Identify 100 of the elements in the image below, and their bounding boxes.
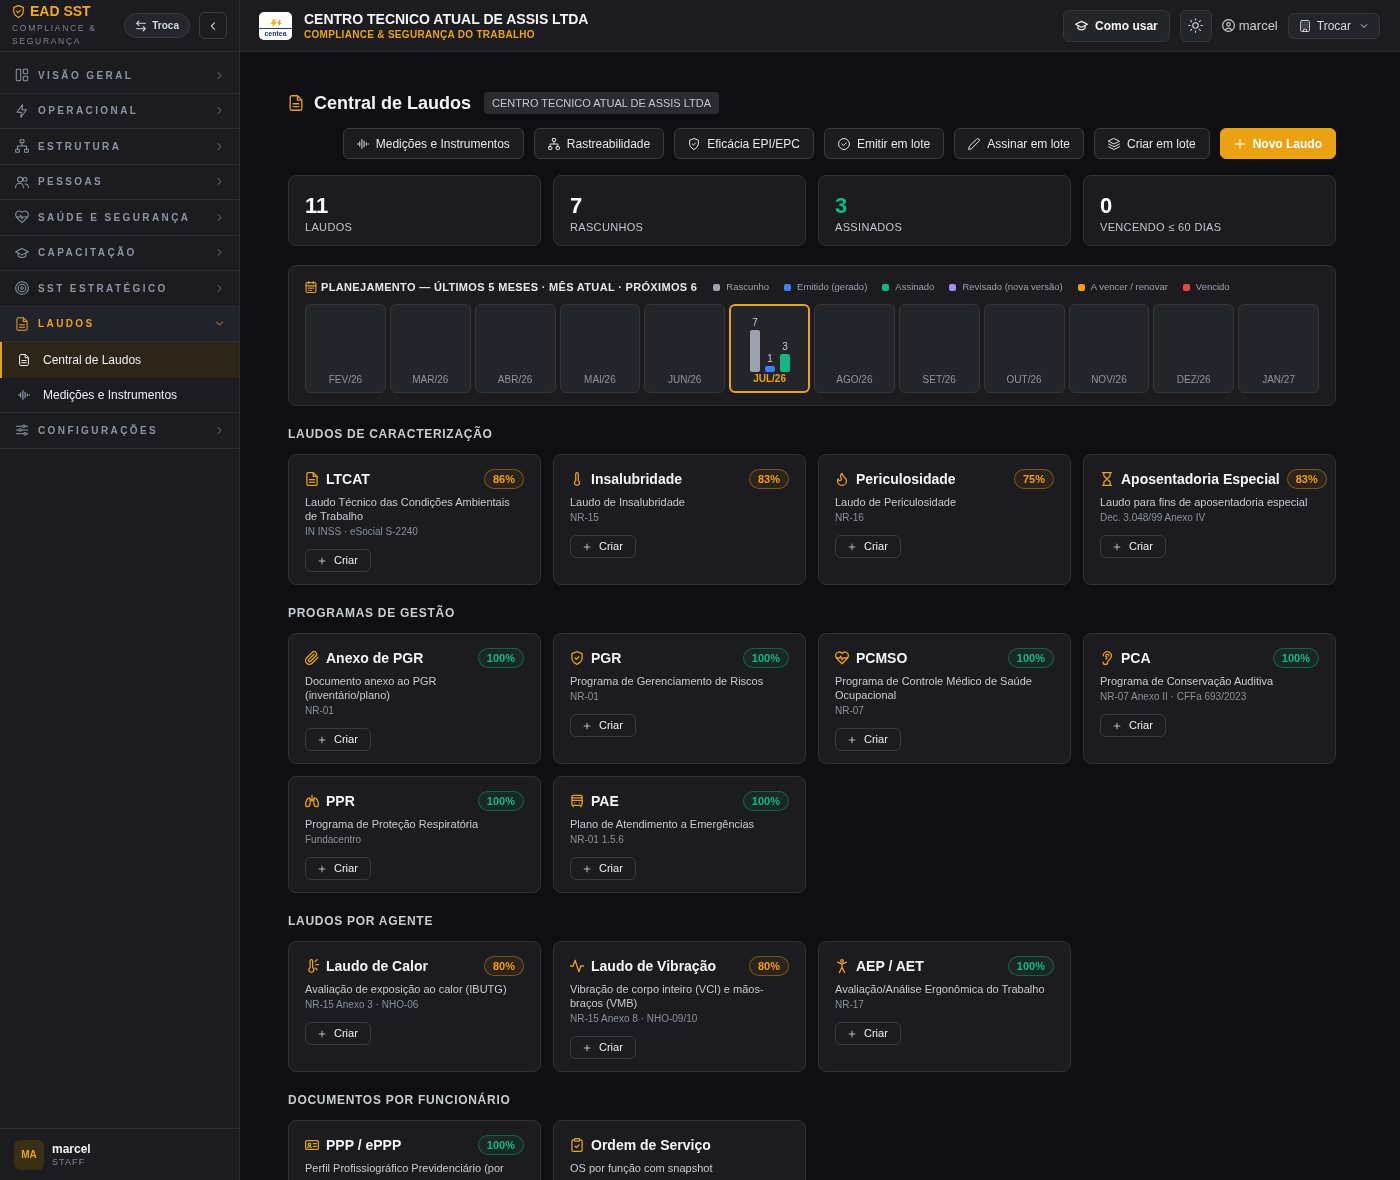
chart-bar [779, 354, 790, 372]
card-description: Avaliação/Análise Ergonômica do Trabalho [835, 982, 1045, 996]
nav-item[interactable]: SAÚDE E SEGURANÇA [0, 200, 239, 236]
document-icon [18, 353, 30, 366]
user-avatar: MA [14, 1139, 44, 1170]
section-title: LAUDOS DE CARACTERIZAÇÃO [288, 426, 494, 442]
create-button[interactable]: Criar [570, 714, 636, 737]
create-button[interactable]: Criar [570, 1036, 636, 1059]
nav-item[interactable]: VISÃO GERAL [0, 58, 239, 94]
stat-label: ASSINADOS [835, 220, 904, 234]
month-tile[interactable]: NOV/26 [1068, 304, 1150, 393]
nav-item[interactable]: CAPACITAÇÃO [0, 235, 239, 271]
page-title: Central de Laudos [314, 92, 472, 114]
card-description: Programa de Conservação Auditiva [1100, 674, 1274, 688]
card-reference: NR-01 [570, 690, 599, 704]
card-title: PPP / ePPP [326, 1136, 403, 1154]
month-label: JUN/26 [668, 374, 702, 386]
toolbar-button[interactable]: Medições e Instrumentos [342, 128, 524, 159]
sun-icon [1188, 18, 1204, 33]
chart-bar [749, 330, 760, 372]
plus-icon [318, 556, 326, 565]
card-title: Anexo de PGR [326, 649, 425, 667]
create-button[interactable]: Criar [305, 857, 371, 880]
plus-icon [848, 542, 856, 551]
section-title: DOCUMENTOS POR FUNCIONÁRIO [288, 1092, 512, 1108]
month-tile[interactable]: FEV/26 [305, 304, 386, 393]
card-title: PCA [1121, 649, 1152, 667]
toolbar-button[interactable]: Assinar em lote [954, 128, 1084, 159]
toolbar-button[interactable]: Criar em lote [1094, 128, 1210, 159]
card-description: Laudo para fins de aposentadoria especial [1100, 495, 1308, 509]
nav-item[interactable]: CONFIGURAÇÕES [0, 413, 239, 449]
target-icon [15, 281, 29, 296]
plus-icon [1233, 137, 1246, 150]
plus-icon [1113, 721, 1121, 730]
nav-item[interactable]: PESSOAS [0, 164, 239, 200]
nav-subitem[interactable]: Central de Laudos [0, 342, 239, 378]
create-button[interactable]: Criar [305, 1022, 371, 1045]
month-tile[interactable]: ABR/26 [474, 304, 556, 393]
theme-toggle-button[interactable] [1179, 9, 1212, 42]
chevron-right-icon [214, 176, 225, 188]
month-tile[interactable]: OUT/26 [983, 304, 1065, 393]
nav-item[interactable]: SST ESTRATÉGICO [0, 271, 239, 307]
pulse-icon [570, 959, 584, 973]
progress-tag: 100% [477, 648, 524, 668]
switch-company-button[interactable]: Trocar [1287, 12, 1380, 39]
toolbar-button[interactable]: Eficácia EPI/EPC [674, 128, 814, 159]
stat-value: 11 [305, 194, 330, 218]
create-button[interactable]: Criar [305, 728, 371, 751]
month-tile[interactable]: SET/26 [898, 304, 980, 393]
create-button[interactable]: Criar [1100, 714, 1166, 737]
heart-pulse-icon [15, 210, 29, 225]
month-tile[interactable]: JUN/26 [644, 304, 726, 393]
chevron-right-icon [214, 282, 225, 294]
card-title: Laudo de Calor [326, 957, 429, 975]
month-tile[interactable]: MAI/26 [559, 304, 641, 393]
plus-icon [583, 542, 591, 551]
card-description: Programa de Gerenciamento de Riscos [570, 674, 764, 688]
shield-check-icon [570, 651, 584, 665]
nav-item[interactable]: ESTRUTURA [0, 129, 239, 165]
card-description: Documento anexo ao PGR (inventário/plano) [305, 674, 438, 702]
card-reference: NR-15 Anexo 3 · NHO-06 [305, 998, 419, 1012]
month-label: JAN/27 [1262, 374, 1295, 386]
create-button[interactable]: Criar [1100, 535, 1166, 558]
month-tile[interactable]: DEZ/26 [1153, 304, 1235, 393]
card-title: AEP / AET [856, 957, 925, 975]
document-icon [305, 472, 319, 486]
stat-label: LAUDOS [305, 220, 354, 234]
month-tile[interactable]: JAN/27 [1238, 304, 1319, 393]
id-card-icon [305, 1138, 319, 1152]
toolbar-button[interactable]: Rastreabilidade [533, 128, 665, 159]
stat-label: RASCUNHOS [570, 220, 645, 234]
card-title: Ordem de Serviço [591, 1136, 712, 1154]
month-tile[interactable]: AGO/26 [814, 304, 895, 393]
help-button[interactable]: Como usar [1063, 9, 1170, 42]
month-label: OUT/26 [1006, 374, 1042, 386]
create-button[interactable]: Criar [305, 549, 371, 572]
create-button[interactable]: Criar [570, 857, 636, 880]
create-button[interactable]: Criar [835, 728, 901, 751]
user-menu[interactable]: marcel [1221, 15, 1278, 36]
nav-item[interactable]: OPERACIONAL [0, 93, 239, 129]
create-button[interactable]: Criar [835, 1022, 901, 1045]
month-tile[interactable]: 7 1 3 JUL/26 [729, 304, 810, 393]
card-description: Avaliação de exposição ao calor (IBUTG) [305, 982, 507, 996]
switch-button[interactable]: Troca [124, 13, 190, 38]
progress-tag: 83% [748, 469, 789, 489]
progress-tag: 100% [1007, 648, 1054, 668]
create-button[interactable]: Criar [570, 535, 636, 558]
section-title: LAUDOS POR AGENTE [288, 913, 435, 929]
month-tile[interactable]: MAR/26 [389, 304, 471, 393]
toolbar-button[interactable]: Emitir em lote [823, 128, 945, 159]
create-button[interactable]: Criar [835, 535, 901, 558]
flame-icon [835, 472, 849, 486]
card-reference: IN INSS · eSocial S-2240 [305, 525, 418, 539]
month-label: DEZ/26 [1176, 374, 1211, 386]
nav-subitem[interactable]: Medições e Instrumentos [0, 377, 239, 413]
card-title: Insalubridade [591, 470, 684, 488]
nav-item[interactable]: LAUDOS [0, 306, 239, 342]
waveform-icon [18, 388, 30, 401]
card-description: Perfil Profissiográfico Previdenciário (por [305, 1161, 504, 1175]
stat-label: VENCENDO ≤ 60 DIAS [1100, 220, 1223, 234]
